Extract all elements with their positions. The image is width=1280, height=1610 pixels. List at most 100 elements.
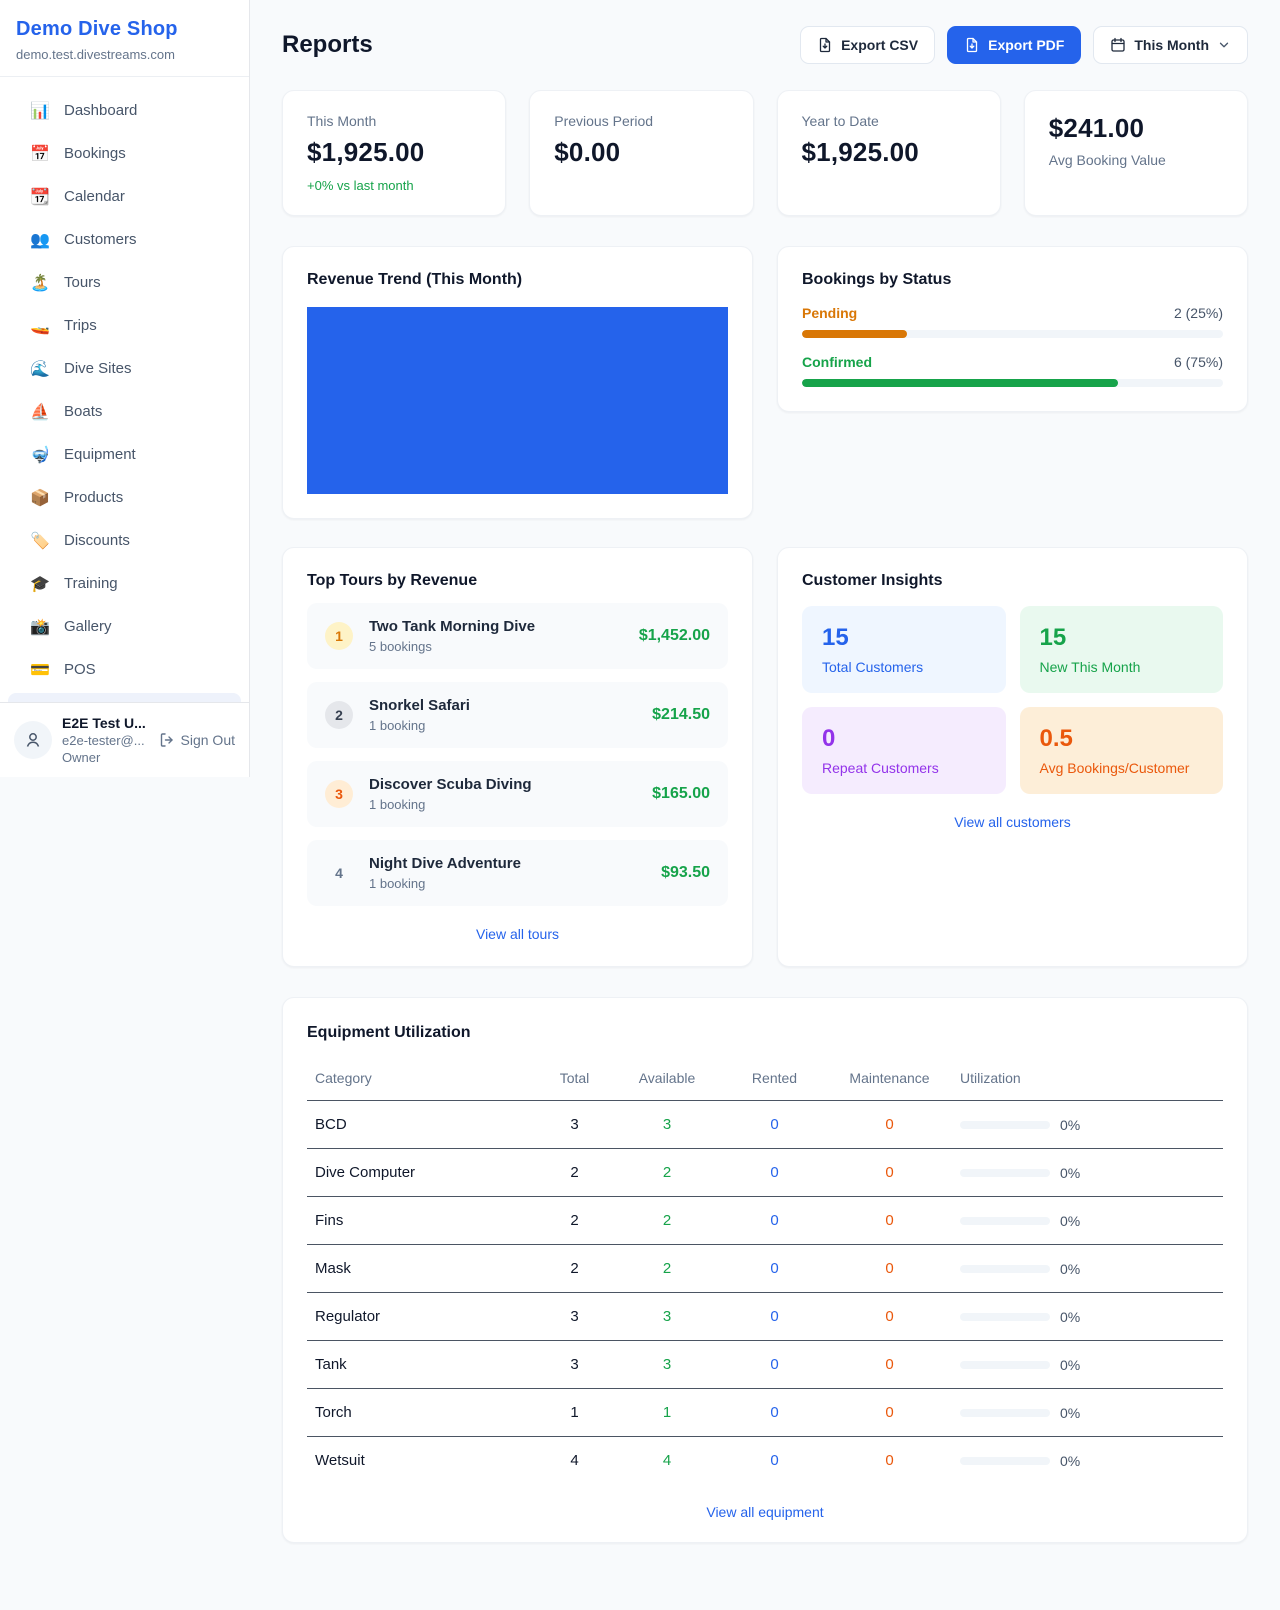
cell-maintenance: 0 [827, 1389, 952, 1437]
sidebar-item-discounts[interactable]: 🏷️Discounts [0, 519, 249, 562]
cell-maintenance: 0 [827, 1197, 952, 1245]
sidebar-item-dive-sites[interactable]: 🌊 Dive Sites [0, 347, 249, 390]
tile-repeat-customers: 0 Repeat Customers [802, 707, 1006, 794]
utilization-track [960, 1265, 1050, 1273]
cell-category: BCD [307, 1101, 537, 1149]
stat-value: $0.00 [554, 137, 728, 168]
progress-track [802, 330, 1223, 338]
cell-total: 3 [537, 1341, 612, 1389]
sidebar-item-active-partial[interactable] [8, 693, 241, 702]
sign-out-button[interactable]: Sign Out [159, 732, 235, 748]
card-title: Bookings by Status [802, 271, 1223, 289]
cell-category: Fins [307, 1197, 537, 1245]
sidebar-item-boats[interactable]: ⛵Boats [0, 390, 249, 433]
tour-bookings: 1 booking [369, 876, 645, 891]
export-pdf-button[interactable]: Export PDF [947, 26, 1081, 64]
sidebar-item-label: Customers [64, 231, 137, 248]
tile-avg-bookings-customer: 0.5 Avg Bookings/Customer [1020, 707, 1224, 794]
cell-available: 1 [612, 1389, 722, 1437]
sidebar-item-customers[interactable]: 👥 Customers [0, 218, 249, 261]
tour-row[interactable]: 2 Snorkel Safari 1 booking $214.50 [307, 682, 728, 748]
cell-available: 3 [612, 1101, 722, 1149]
tile-value: 15 [1040, 624, 1204, 652]
tile-value: 15 [822, 624, 986, 652]
rank-badge: 4 [325, 859, 353, 887]
sidebar-item-dashboard[interactable]: 📊Dashboard [0, 89, 249, 132]
tour-row[interactable]: 1 Two Tank Morning Dive 5 bookings $1,45… [307, 603, 728, 669]
file-export-icon [964, 37, 980, 53]
sidebar-item-trips[interactable]: 🚤Trips [0, 304, 249, 347]
sidebar-item-label: Boats [64, 403, 102, 420]
page-title: Reports [282, 31, 373, 59]
cell-utilization: 0% [952, 1389, 1223, 1437]
progress-track [802, 379, 1223, 387]
export-csv-button[interactable]: Export CSV [800, 26, 935, 64]
sidebar-item-label: POS [64, 661, 96, 678]
revenue-trend-card: Revenue Trend (This Month) [282, 246, 753, 519]
revenue-trend-bar [307, 307, 728, 494]
credit-card-icon: 💳 [30, 660, 50, 680]
cell-total: 2 [537, 1149, 612, 1197]
header-actions: Export CSV Export PDF This Month [800, 26, 1248, 64]
status-count: 2 (25%) [1174, 305, 1223, 321]
table-row: BCD 3 3 0 0 0% [307, 1101, 1223, 1149]
sidebar-item-training[interactable]: 🎓Training [0, 562, 249, 605]
cell-available: 2 [612, 1197, 722, 1245]
table-row: Mask 2 2 0 0 0% [307, 1245, 1223, 1293]
status-label: Pending [802, 305, 857, 321]
stat-label: Avg Booking Value [1049, 152, 1223, 168]
charts-row: Revenue Trend (This Month) Bookings by S… [282, 246, 1248, 519]
view-all-tours-link[interactable]: View all tours [307, 926, 728, 942]
card-title: Top Tours by Revenue [307, 572, 728, 590]
sidebar-item-label: Dashboard [64, 102, 137, 119]
sidebar-item-label: Calendar [64, 188, 125, 205]
rank-badge: 3 [325, 780, 353, 808]
utilization-pct: 0% [1060, 1213, 1080, 1229]
utilization-pct: 0% [1060, 1261, 1080, 1277]
sidebar-item-tours[interactable]: 🏝️Tours [0, 261, 249, 304]
stat-card-avg-booking-value: $241.00 Avg Booking Value [1024, 90, 1248, 216]
tour-row[interactable]: 3 Discover Scuba Diving 1 booking $165.0… [307, 761, 728, 827]
sidebar-item-gallery[interactable]: 📸Gallery [0, 605, 249, 648]
cell-category: Torch [307, 1389, 537, 1437]
cell-category: Wetsuit [307, 1437, 537, 1485]
utilization-pct: 0% [1060, 1357, 1080, 1373]
equipment-utilization-card: Equipment Utilization Category Total Ava… [282, 997, 1248, 1543]
sidebar-item-label: Tours [64, 274, 101, 291]
view-all-equipment-link[interactable]: View all equipment [307, 1504, 1223, 1520]
sidebar-item-label: Dive Sites [64, 360, 132, 377]
card-title: Customer Insights [802, 572, 1223, 590]
page-header: Reports Export CSV Export PDF This Month [282, 26, 1248, 64]
tour-name: Snorkel Safari [369, 697, 636, 714]
view-all-customers-link[interactable]: View all customers [802, 814, 1223, 830]
bookings-by-status-card: Bookings by Status Pending 2 (25%) Confi… [777, 246, 1248, 412]
cell-utilization: 0% [952, 1293, 1223, 1341]
equipment-table: Category Total Available Rented Maintena… [307, 1062, 1223, 1484]
sidebar-item-calendar[interactable]: 📆 Calendar [0, 175, 249, 218]
customers-icon: 👥 [30, 230, 50, 250]
shop-domain: demo.test.divestreams.com [16, 47, 233, 62]
sidebar-item-bookings[interactable]: 📅Bookings [0, 132, 249, 175]
tour-row[interactable]: 4 Night Dive Adventure 1 booking $93.50 [307, 840, 728, 906]
calendar-icon: 📆 [30, 187, 50, 207]
period-dropdown[interactable]: This Month [1093, 26, 1248, 64]
cell-utilization: 0% [952, 1437, 1223, 1485]
cell-total: 1 [537, 1389, 612, 1437]
status-row-pending: Pending 2 (25%) [802, 305, 1223, 338]
main-content: Reports Export CSV Export PDF This Month [250, 0, 1280, 1583]
tour-revenue: $1,452.00 [639, 627, 710, 645]
cell-maintenance: 0 [827, 1437, 952, 1485]
sidebar-item-equipment[interactable]: 🤿Equipment [0, 433, 249, 476]
sidebar-item-label: Discounts [64, 532, 130, 549]
camera-icon: 📸 [30, 617, 50, 637]
utilization-pct: 0% [1060, 1117, 1080, 1133]
tour-revenue: $165.00 [652, 785, 710, 803]
sidebar-nav: 📊Dashboard 📅Bookings 📆 Calendar 👥 Customer… [0, 77, 249, 702]
wave-icon: 🌊 [30, 359, 50, 379]
cell-available: 3 [612, 1341, 722, 1389]
sidebar-item-pos[interactable]: 💳 POS [0, 648, 249, 691]
column-header: Rented [722, 1062, 827, 1101]
utilization-track [960, 1313, 1050, 1321]
sidebar-item-products[interactable]: 📦Products [0, 476, 249, 519]
stat-label: This Month [307, 113, 481, 129]
